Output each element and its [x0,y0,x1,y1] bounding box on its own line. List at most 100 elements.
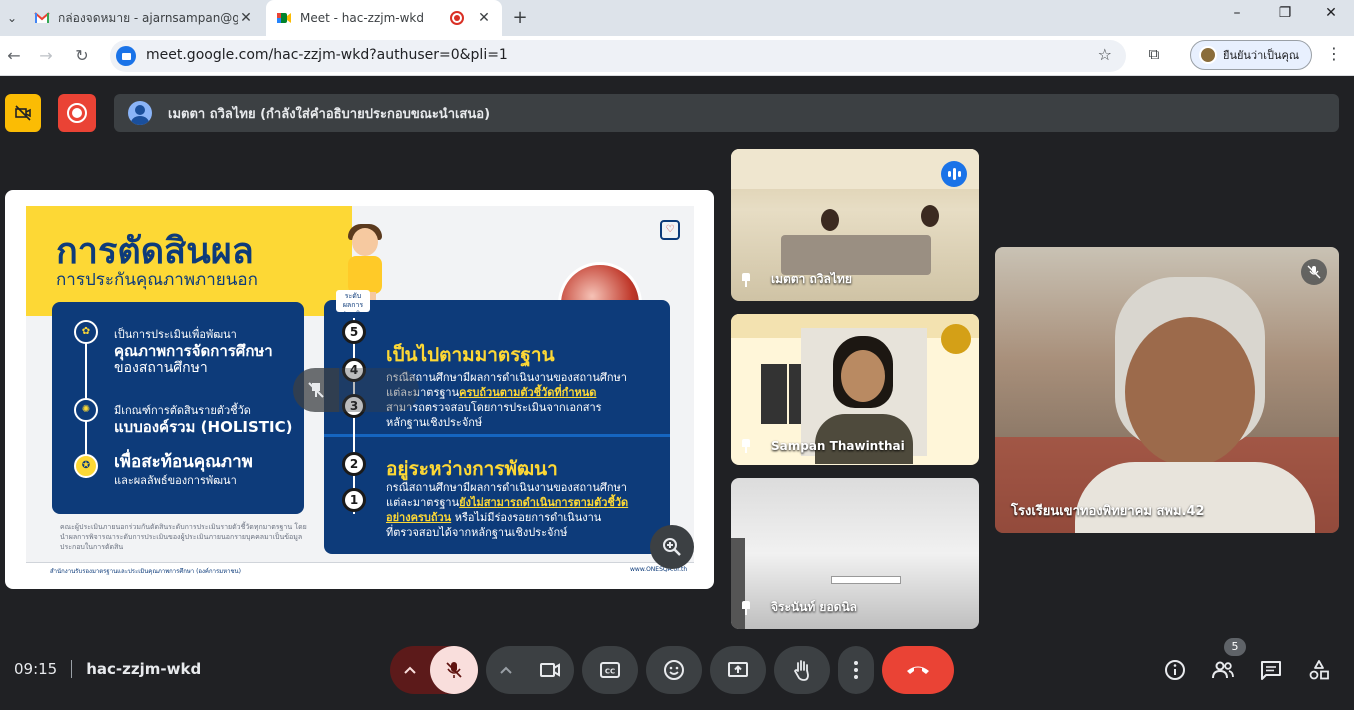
close-tab-icon[interactable]: ✕ [238,10,254,26]
closed-captions-icon: CC [600,662,620,678]
meeting-details-button[interactable] [1161,656,1189,684]
avatar [1199,46,1217,64]
participant-tile-large[interactable]: โรงเรียนเขาทองพิทยาคม สพม.42 [995,247,1339,533]
video-camera-icon [540,663,560,677]
recording-indicator-icon [450,11,464,25]
info-icon [1165,660,1185,680]
back-icon[interactable]: ← [0,42,28,70]
avatar [128,101,152,125]
meeting-info: 09:15 hac-zzjm-wkd [14,660,201,678]
settings-icon: ✺ [74,398,98,422]
level-tag: ระดับ ผลการประเมิน [336,290,370,318]
participant-tile[interactable]: จิระนันท์ ยอดนิล [731,478,979,629]
more-vert-icon [854,661,858,679]
recording-button[interactable] [58,94,96,132]
chevron-up-icon [404,666,416,674]
participant-name: Sampan Thawinthai [739,439,905,453]
present-screen-icon [728,662,748,677]
presenter-status-bar: เมตตา ถวิลไทย (กำลังใส่คำอธิบายประกอบขณะ… [114,94,1339,132]
tab-meet[interactable]: Meet - hac-zzjm-wkd ✕ [266,0,502,36]
level-heading: เป็นไปตามมาตรฐาน [386,344,555,366]
slide-subtitle: การประกันคุณภาพภายนอก [56,270,258,290]
mic-off-icon [446,662,462,678]
microphone-control [390,646,478,694]
microphone-toggle-button[interactable] [430,646,478,694]
chevron-up-icon [500,666,512,674]
activities-icon [1309,660,1329,680]
video-off-indicator-button[interactable] [5,94,41,132]
level-badge: 1 [342,488,366,512]
onesqa-logo-icon: ♡ [660,220,680,240]
participant-tile[interactable]: Sampan Thawinthai [731,314,979,465]
slide-footer-org: สำนักงานรับรองมาตรฐานและประเมินคุณภาพการ… [50,568,241,575]
browser-tab-bar: ⌄ กล่องจดหมาย - ajarnsampan@gmail.com ✕ … [0,0,1354,36]
address-bar[interactable]: meet.google.com/hac-zzjm-wkd?authuser=0&… [110,40,1126,72]
new-tab-icon[interactable]: + [508,2,532,34]
participant-name: เมตตา ถวิลไทย [739,270,852,289]
captions-button[interactable]: CC [582,646,638,694]
pin-icon[interactable] [739,272,753,287]
site-info-icon[interactable] [116,46,136,66]
meeting-time: 09:15 [14,660,58,678]
meeting-code: hac-zzjm-wkd [86,660,202,678]
hand-icon [793,660,809,681]
close-tab-icon[interactable]: ✕ [476,10,492,26]
participant-name: โรงเรียนเขาทองพิทยาคม สพม.42 [1011,504,1205,519]
forward-icon[interactable]: → [32,42,60,70]
criteria-item: เป็นการประเมินเพื่อพัฒนา คุณภาพการจัดการ… [114,328,273,376]
slide-footnote: คณะผู้ประเมินภายนอกร่วมกันตัดสินระดับการ… [60,523,307,551]
camera-toggle-button[interactable] [526,646,574,694]
level-description: กรณีสถานศึกษามีผลการดำเนินงานของสถานศึกษ… [386,481,629,539]
more-options-button[interactable] [838,646,874,694]
criteria-panel: ✿ เป็นการประเมินเพื่อพัฒนา คุณภาพการจัดก… [52,302,304,514]
window-close-icon[interactable]: ✕ [1308,2,1354,24]
bookmark-star-icon[interactable]: ☆ [1098,45,1112,64]
participant-tile[interactable]: เมตตา ถวิลไทย [731,149,979,301]
raise-hand-button[interactable] [774,646,830,694]
browser-menu-icon[interactable]: ⋮ [1324,42,1344,66]
pin-icon[interactable] [739,439,753,453]
people-button[interactable] [1209,656,1237,684]
chat-button[interactable] [1257,656,1285,684]
tab-search-chevron-icon[interactable]: ⌄ [0,6,24,30]
participants-count-badge: 5 [1224,638,1246,656]
levels-panel: เป็นไปตามมาตรฐาน กรณีสถานศึกษามีผลการดำเ… [324,300,670,554]
video-off-icon [15,105,31,121]
gmail-icon [34,10,50,26]
leave-call-button[interactable] [882,646,954,694]
presenter-muted-indicator [293,368,339,412]
minimize-icon[interactable]: – [1214,2,1260,24]
criteria-item: เพื่อสะท้อนคุณภาพ และผลลัพธ์ของการพัฒนา [114,452,253,488]
camera-control [486,646,574,694]
pin-icon[interactable] [739,600,753,615]
presenter-options-overlay[interactable] [339,368,419,412]
profile-button[interactable]: ยืนยันว่าเป็นคุณ [1190,40,1312,70]
participant-name: จิระนันท์ ยอดนิล [739,598,857,617]
reactions-button[interactable] [646,646,702,694]
restore-icon[interactable]: ❐ [1262,2,1308,24]
url-text: meet.google.com/hac-zzjm-wkd?authuser=0&… [146,47,508,63]
mic-off-icon [1307,265,1321,279]
hang-up-icon [907,666,929,674]
emoji-icon [664,660,684,680]
activities-button[interactable] [1305,656,1333,684]
google-meet-icon [276,10,292,26]
zoom-in-button[interactable] [650,525,694,569]
level-badge: 5 [342,320,366,344]
audio-settings-button[interactable] [390,646,430,694]
record-icon [67,103,87,123]
gear-icon: ✿ [74,320,98,344]
chat-icon [1261,661,1281,680]
profile-label: ยืนยันว่าเป็นคุณ [1223,49,1300,62]
video-settings-button[interactable] [486,646,526,694]
presenter-status-text: เมตตา ถวิลไทย (กำลังใส่คำอธิบายประกอบขณะ… [168,106,491,122]
extensions-icon[interactable]: ⧉ [1142,42,1166,66]
medal-icon: ✪ [74,454,98,478]
reload-icon[interactable]: ↻ [68,42,96,70]
tab-title: Meet - hac-zzjm-wkd [300,11,425,25]
criteria-item: มีเกณฑ์การตัดสินรายตัวชี้วัด แบบองค์รวม … [114,404,293,436]
present-screen-button[interactable] [710,646,766,694]
slide-footer: สำนักงานรับรองมาตรฐานและประเมินคุณภาพการ… [26,562,694,578]
tab-gmail[interactable]: กล่องจดหมาย - ajarnsampan@gmail.com ✕ [24,0,264,36]
tab-title: กล่องจดหมาย - ajarnsampan@gmail.com [58,10,238,25]
